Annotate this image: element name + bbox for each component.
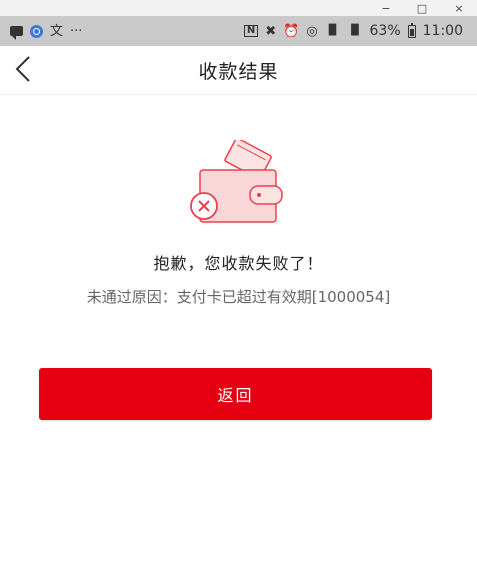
- failure-reason: 未通过原因：支付卡已超过有效期[1000054]: [86, 288, 391, 306]
- alarm-icon: ⏰: [283, 23, 300, 39]
- signal-icon: ▐▌: [347, 25, 363, 36]
- back-button[interactable]: [6, 52, 40, 86]
- wifi-icon: ◎: [306, 23, 318, 39]
- status-left: 文 ···: [10, 23, 83, 40]
- window-close-button[interactable]: ×: [444, 0, 474, 16]
- window-minimize-button[interactable]: −: [371, 0, 401, 16]
- chevron-left-icon: [15, 56, 30, 82]
- mute-icon: ✖: [265, 23, 277, 39]
- more-icon: ···: [70, 23, 83, 39]
- battery-icon: [407, 22, 416, 38]
- return-button[interactable]: 返回: [39, 368, 432, 420]
- result-heading: 抱歉，您收款失败了！: [153, 254, 324, 273]
- status-time: 11:00: [422, 23, 463, 39]
- status-right: N ✖ ⏰ ◎ ▐▌ ▐▌ 63% 11:00: [243, 22, 463, 39]
- battery-percent: 63%: [369, 23, 401, 39]
- status-bar: 文 ··· N ✖ ⏰ ◎ ▐▌ ▐▌ 63% 11:00: [0, 16, 477, 46]
- wallet-error-icon: [184, 137, 288, 230]
- message-icon: [10, 26, 23, 40]
- window-maximize-button[interactable]: □: [407, 0, 437, 16]
- text-icon: 文: [50, 23, 64, 39]
- app-bar: 收款结果: [0, 46, 477, 95]
- nfc-icon: N: [243, 25, 259, 37]
- app-icon: [30, 24, 43, 38]
- page-title: 收款结果: [198, 60, 279, 83]
- window-chrome: − □ ×: [0, 0, 477, 16]
- signal-icon: ▐▌: [324, 25, 341, 36]
